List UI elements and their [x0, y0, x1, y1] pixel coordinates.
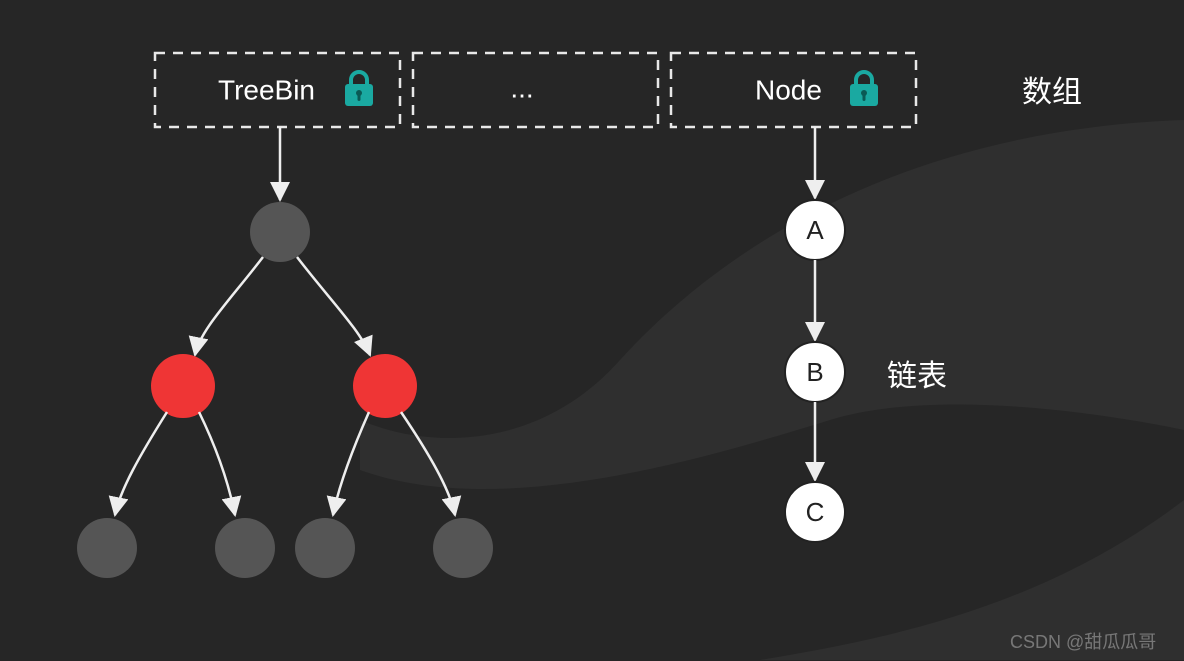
diagram-canvas: TreeBin ... Node 数组 A	[0, 0, 1184, 661]
list-node-label: B	[806, 357, 823, 387]
array-slot-treebin: TreeBin	[155, 53, 400, 127]
array-slot-middle: ...	[413, 53, 658, 127]
tree-node-red	[151, 354, 215, 418]
tree-root	[250, 202, 310, 262]
slot-middle-label: ...	[510, 72, 533, 103]
slot-node-label: Node	[755, 74, 822, 105]
array-label: 数组	[1022, 76, 1082, 109]
array-slot-node: Node	[671, 53, 916, 127]
lock-icon	[345, 72, 373, 106]
linked-list-label: 链表	[887, 360, 947, 393]
tree-leaf	[433, 518, 493, 578]
slot-treebin-label: TreeBin	[218, 74, 315, 105]
tree-leaf	[215, 518, 275, 578]
lock-icon	[850, 72, 878, 106]
tree-structure	[77, 127, 493, 578]
list-node-label: C	[806, 497, 825, 527]
background-swoosh	[360, 120, 1184, 660]
list-node-label: A	[806, 215, 824, 245]
watermark: CSDN @甜瓜瓜哥	[1010, 632, 1156, 652]
tree-leaf	[295, 518, 355, 578]
tree-node-red	[353, 354, 417, 418]
tree-leaf	[77, 518, 137, 578]
